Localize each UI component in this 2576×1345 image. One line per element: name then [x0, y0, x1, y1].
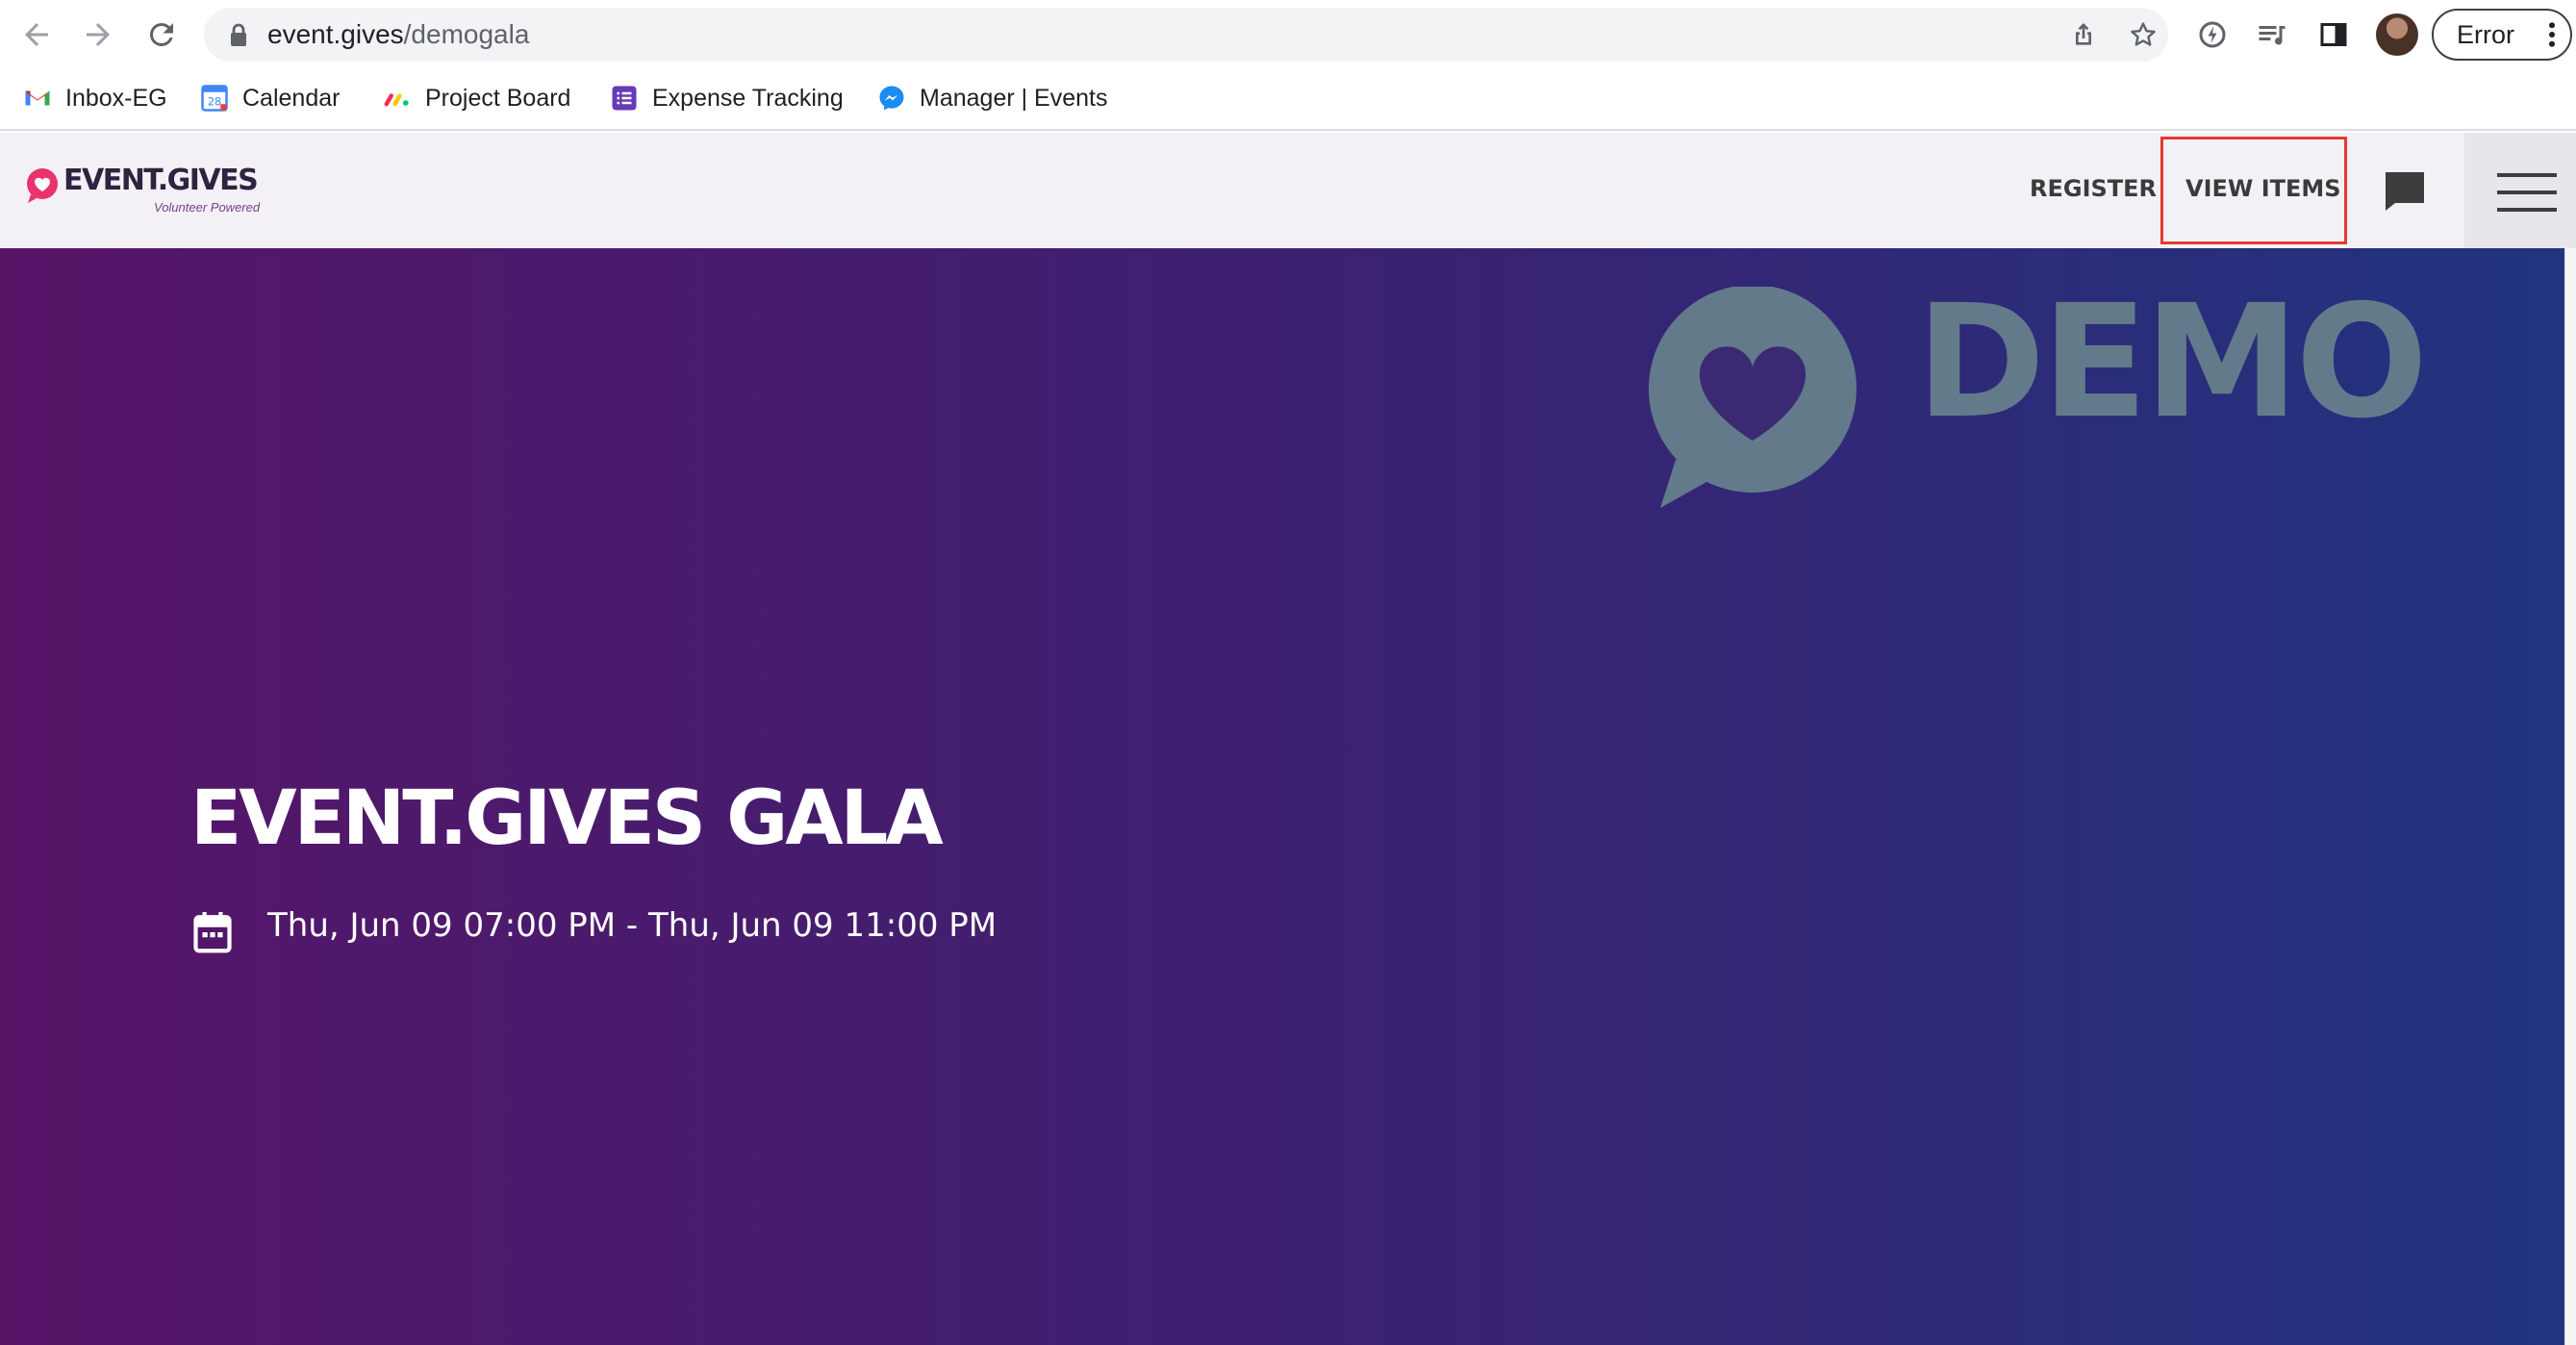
calendar-icon: 28 [200, 84, 229, 113]
share-button[interactable] [2064, 15, 2103, 54]
profile-avatar[interactable] [2376, 13, 2418, 56]
hamburger-menu-icon [2497, 173, 2557, 212]
bookmark-label: Manager | Events [920, 84, 1108, 112]
bookmark-manager-events[interactable]: Manager | Events [877, 79, 1107, 117]
event-hero-banner: DEMO EVENT.GIVES GALA Thu, Jun 09 07:00 … [0, 248, 2576, 1345]
logo-tagline: Volunteer Powered [154, 200, 261, 215]
media-playlist-icon [2259, 26, 2286, 45]
forward-button[interactable] [71, 8, 125, 62]
bookmarks-bar: Inbox-EG 28 Calendar Project Board Expen… [0, 69, 2576, 131]
bookmark-star-button[interactable] [2124, 15, 2162, 54]
bookmark-label: Calendar [242, 84, 341, 112]
hamburger-menu-button[interactable] [2464, 133, 2576, 248]
page-scrollbar[interactable] [2564, 248, 2576, 1345]
share-icon [2076, 23, 2091, 45]
reload-icon [149, 22, 173, 46]
logo-text: EVENT.GIVES [63, 164, 259, 197]
bookmark-label: Project Board [425, 84, 571, 112]
back-arrow-icon [25, 23, 48, 46]
url-text: event.gives/demogala [267, 8, 529, 62]
bookmark-calendar[interactable]: 28 Calendar [200, 79, 340, 117]
highlight-annotation-box [2160, 137, 2347, 244]
lock-icon [231, 23, 246, 46]
profile-error-label: Error [2457, 20, 2514, 49]
side-panel-icon [2320, 23, 2347, 46]
list-icon [610, 84, 639, 113]
url-domain: event.gives [267, 19, 404, 49]
svg-text:28: 28 [208, 96, 221, 109]
monday-icon [383, 84, 412, 113]
browser-toolbar: event.gives/demogala Error [0, 0, 2576, 69]
bookmark-expense-tracking[interactable]: Expense Tracking [610, 79, 844, 117]
bookmark-label: Inbox-EG [65, 84, 167, 112]
messenger-icon [877, 84, 906, 113]
back-button[interactable] [10, 8, 63, 62]
url-path: /demogala [403, 19, 530, 49]
address-bar[interactable]: event.gives/demogala [204, 8, 2168, 62]
calendar-icon [193, 912, 232, 953]
heart-bubble-logo-icon [27, 168, 58, 203]
more-vert-icon [2548, 22, 2556, 47]
media-button[interactable] [2245, 8, 2299, 62]
chat-icon[interactable] [2382, 168, 2428, 215]
reload-button[interactable] [135, 8, 189, 62]
gmail-icon [23, 84, 52, 113]
profile-error-button[interactable]: Error [2432, 9, 2572, 61]
extension-icon [2199, 21, 2226, 48]
side-panel-button[interactable] [2307, 8, 2361, 62]
demo-watermark-text: DEMO [1916, 272, 2428, 453]
star-icon [2131, 22, 2156, 46]
bookmark-inbox-eg[interactable]: Inbox-EG [23, 79, 167, 117]
event-title: EVENT.GIVES GALA [190, 775, 944, 862]
extension-button[interactable] [2185, 8, 2239, 62]
bookmark-label: Expense Tracking [652, 84, 844, 112]
nav-register-link[interactable]: REGISTER [2030, 160, 2157, 217]
bookmark-project-board[interactable]: Project Board [383, 79, 570, 117]
site-logo[interactable]: EVENT.GIVES Volunteer Powered [25, 164, 260, 221]
event-date-range: Thu, Jun 09 07:00 PM - Thu, Jun 09 11:00… [267, 906, 998, 945]
heart-bubble-watermark-icon [1649, 287, 1856, 508]
forward-arrow-icon [87, 23, 110, 46]
